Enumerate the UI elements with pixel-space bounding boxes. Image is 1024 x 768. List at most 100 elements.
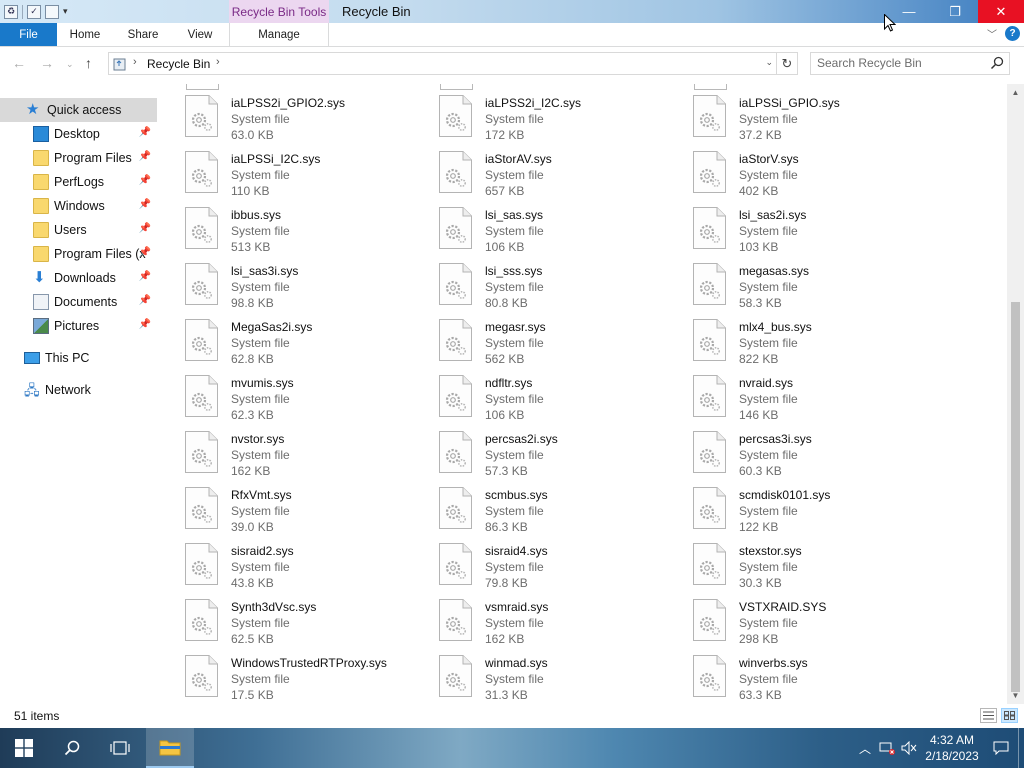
nav-item-documents[interactable]: Documents 📌 — [0, 290, 157, 314]
refresh-icon[interactable]: ↻ — [776, 53, 797, 74]
address-dropdown-icon[interactable]: ⌄ — [765, 57, 773, 68]
nav-item-users[interactable]: Users 📌 — [0, 218, 157, 242]
nav-item-windows[interactable]: Windows 📌 — [0, 194, 157, 218]
nav-item-downloads[interactable]: ⬇ Downloads 📌 — [0, 266, 157, 290]
file-item[interactable]: iaStorV.sys System file 402 KB — [665, 140, 915, 198]
file-item[interactable]: iaLPSSi_GPIO.sys System file 37.2 KB — [665, 84, 915, 142]
nav-item-perflogs[interactable]: PerfLogs 📌 — [0, 170, 157, 194]
customize-toolbar-dropdown[interactable]: ▾ — [63, 6, 68, 17]
show-hidden-icons-chevron-icon[interactable]: ︿ — [854, 740, 876, 757]
action-center-icon[interactable] — [984, 741, 1018, 755]
tab-share[interactable]: Share — [113, 23, 173, 46]
search-box[interactable] — [810, 52, 1010, 75]
file-item[interactable]: vsmraid.sys System file 162 KB — [411, 588, 661, 646]
file-item[interactable]: winmad.sys System file 31.3 KB — [411, 644, 661, 702]
file-item[interactable]: mvumis.sys System file 62.3 KB — [157, 364, 407, 422]
file-name: vsmraid.sys — [485, 600, 549, 614]
nav-quick-access[interactable]: ★ Quick access — [0, 98, 157, 122]
file-item[interactable]: nvstor.sys System file 162 KB — [157, 420, 407, 478]
tab-file[interactable]: File — [0, 23, 57, 46]
recent-locations-chevron-icon[interactable]: ⌄ — [66, 59, 74, 70]
up-arrow-icon[interactable]: ↑ — [85, 55, 92, 71]
file-item[interactable]: iaLPSS2i_I2C.sys System file 172 KB — [411, 84, 661, 142]
nav-this-pc[interactable]: This PC — [0, 346, 157, 370]
recycle-bin-icon[interactable]: ♻ — [4, 4, 18, 19]
breadcrumb-recycle-bin[interactable]: Recycle Bin — [147, 57, 210, 71]
system-file-icon — [439, 655, 472, 697]
nav-item-pictures[interactable]: Pictures 📌 — [0, 314, 157, 338]
details-view-icon[interactable] — [980, 708, 997, 723]
file-item[interactable]: iaLPSS2i_GPIO2.sys System file 63.0 KB — [157, 84, 407, 142]
maximize-button[interactable]: ❐ — [932, 0, 978, 23]
network-disconnected-icon[interactable] — [876, 741, 898, 755]
breadcrumb-chevron-icon[interactable]: › — [216, 56, 220, 68]
task-view-button[interactable] — [96, 728, 144, 768]
file-item[interactable]: WindowsTrustedRTProxy.sys System file 17.5… — [157, 644, 407, 702]
nav-item-program-files[interactable]: Program Files 📌 — [0, 146, 157, 170]
scroll-down-arrow-icon[interactable]: ▼ — [1007, 687, 1024, 704]
file-item[interactable]: winverbs.sys System file 63.3 KB — [665, 644, 915, 702]
folder-icon — [33, 222, 49, 238]
file-item[interactable]: iaLPSSi_I2C.sys System file 110 KB — [157, 140, 407, 198]
start-button[interactable] — [0, 728, 48, 768]
file-item[interactable]: stexstor.sys System file 30.3 KB — [665, 532, 915, 590]
file-list-view[interactable]: iaLPSS2i_GPIO2.sys System file 63.0 KB iaLP… — [157, 84, 1007, 704]
file-item[interactable]: lsi_sas2i.sys System file 103 KB — [665, 196, 915, 254]
file-item[interactable]: RfxVmt.sys System file 39.0 KB — [157, 476, 407, 534]
item-count: 51 items — [14, 709, 60, 723]
tab-view[interactable]: View — [173, 23, 227, 46]
file-item[interactable]: nvraid.sys System file 146 KB — [665, 364, 915, 422]
file-type: System file — [231, 280, 290, 294]
close-button[interactable]: ✕ — [978, 0, 1024, 23]
vertical-scrollbar[interactable]: ▲ ▼ — [1007, 84, 1024, 704]
file-name: WindowsTrustedRTProxy.sys — [231, 656, 387, 670]
scrollbar-thumb[interactable] — [1011, 302, 1020, 692]
search-taskbar-button[interactable] — [48, 728, 96, 768]
file-item[interactable]: scmbus.sys System file 86.3 KB — [411, 476, 661, 534]
help-icon[interactable]: ? — [1005, 26, 1020, 41]
file-item[interactable]: VSTXRAID.SYS System file 298 KB — [665, 588, 915, 646]
file-item[interactable]: lsi_sas3i.sys System file 98.8 KB — [157, 252, 407, 310]
volume-muted-icon[interactable] — [898, 741, 920, 755]
clock[interactable]: 4:32 AM 2/18/2023 — [920, 732, 984, 764]
file-explorer-taskbar-button[interactable] — [146, 728, 194, 768]
file-item[interactable]: Synth3dVsc.sys System file 62.5 KB — [157, 588, 407, 646]
clock-date: 2/18/2023 — [925, 749, 979, 763]
file-item[interactable]: megasr.sys System file 562 KB — [411, 308, 661, 366]
file-item[interactable]: percsas2i.sys System file 57.3 KB — [411, 420, 661, 478]
file-item[interactable]: iaStorAV.sys System file 657 KB — [411, 140, 661, 198]
nav-item-desktop[interactable]: Desktop 📌 — [0, 122, 157, 146]
nav-item-program-files-x86[interactable]: Program Files (x86)📌 — [0, 242, 157, 266]
file-item[interactable]: percsas3i.sys System file 60.3 KB — [665, 420, 915, 478]
file-item[interactable]: scmdisk0101.sys System file 122 KB — [665, 476, 915, 534]
file-type: System file — [231, 168, 290, 182]
file-item[interactable]: sisraid2.sys System file 43.8 KB — [157, 532, 407, 590]
properties-icon[interactable]: ✓ — [27, 4, 41, 19]
file-item[interactable]: ibbus.sys System file 513 KB — [157, 196, 407, 254]
quick-access-toolbar: ♻ ✓ ▾ — [0, 0, 68, 23]
forward-arrow-icon[interactable]: → — [40, 55, 54, 71]
nav-network[interactable]: 🖧 Network — [0, 378, 157, 402]
large-icons-view-icon[interactable] — [1001, 708, 1018, 723]
file-item[interactable]: mlx4_bus.sys System file 822 KB — [665, 308, 915, 366]
expand-ribbon-chevron-icon[interactable]: ﹀ — [987, 26, 997, 41]
breadcrumb-separator-icon[interactable]: › — [133, 56, 137, 68]
show-desktop-button[interactable] — [1018, 728, 1024, 768]
tab-manage[interactable]: Manage — [229, 23, 329, 46]
scroll-up-arrow-icon[interactable]: ▲ — [1007, 84, 1024, 101]
file-item[interactable]: sisraid4.sys System file 79.8 KB — [411, 532, 661, 590]
system-file-icon — [185, 543, 218, 585]
file-item[interactable]: megasas.sys System file 58.3 KB — [665, 252, 915, 310]
file-item[interactable]: lsi_sas.sys System file 106 KB — [411, 196, 661, 254]
search-icon[interactable] — [990, 56, 1004, 70]
file-item[interactable]: lsi_sss.sys System file 80.8 KB — [411, 252, 661, 310]
new-folder-icon[interactable] — [45, 4, 59, 19]
address-bar[interactable]: › Recycle Bin › ⌄ ↻ — [108, 52, 798, 75]
back-arrow-icon[interactable]: ← — [12, 55, 26, 71]
search-input[interactable] — [817, 56, 982, 70]
file-type: System file — [231, 616, 290, 630]
tab-home[interactable]: Home — [57, 23, 113, 46]
system-file-icon — [439, 319, 472, 361]
file-item[interactable]: ndfltr.sys System file 106 KB — [411, 364, 661, 422]
file-item[interactable]: MegaSas2i.sys System file 62.8 KB — [157, 308, 407, 366]
